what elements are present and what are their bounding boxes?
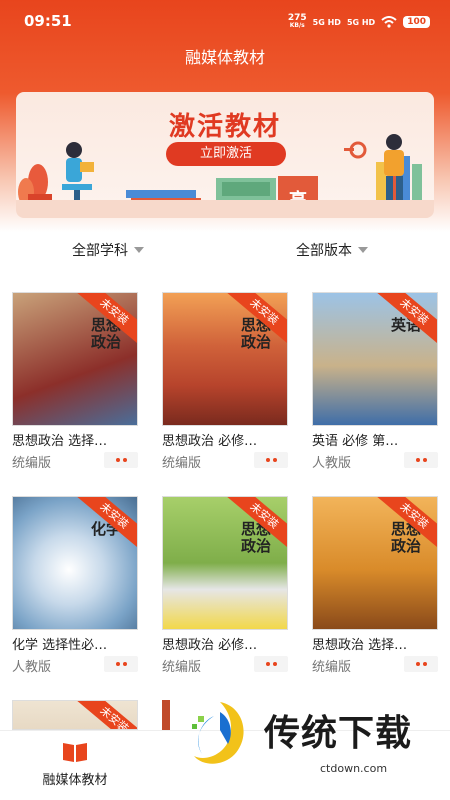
book-cover[interactable]: 思想政治 未安装 [12,292,138,426]
book-title: 思想政治 必修… [162,434,258,449]
book-card[interactable]: 思想政治 未安装 思想政治 选择… 统编版 [312,496,438,676]
more-button[interactable] [104,656,138,672]
banner-title: 激活教材 [168,112,281,142]
book-version: 统编版 [12,456,52,471]
book-cover[interactable]: 英语 未安装 [312,292,438,426]
book-cover[interactable] [162,700,170,730]
book-version: 统编版 [162,660,202,675]
status-bar: 09:51 275 KB/s 5G HD 5G HD 100 [0,0,450,40]
caret-down-icon [134,247,144,253]
book-cover[interactable]: 思想政治 未安装 [162,292,288,426]
banner-ground [16,200,434,218]
book-cover[interactable]: 未安装 [12,700,138,730]
more-button[interactable] [404,656,438,672]
book-card[interactable]: 未安装 [12,700,138,730]
book-title: 化学 选择性必… [12,638,108,653]
wifi-icon [381,16,397,28]
filter-bar: 全部学科 全部版本 [0,232,450,268]
watermark: 传统下载 ctdown.com [180,692,440,787]
watermark-text: 传统下载 [264,713,413,754]
signal-icon: 5G HD [346,17,376,27]
book-version: 人教版 [312,456,352,471]
tab-label: 融媒体教材 [42,773,108,788]
more-button[interactable] [104,452,138,468]
subject-filter[interactable]: 全部学科 [72,240,144,260]
more-button[interactable] [254,656,288,672]
signal-icon: 5G HD [312,17,341,27]
app-title: 融媒体教材 [184,48,265,67]
book-cover[interactable]: 思想政治 未安装 [162,496,288,630]
battery-icon: 100 [403,16,430,28]
header: 09:51 275 KB/s 5G HD 5G HD 100 融媒体教材 激活教… [0,0,450,232]
status-icons: 275 KB/s 5G HD 5G HD 100 [288,14,430,30]
activate-banner[interactable]: 激活教材 立即激活 高 [16,92,434,218]
activate-button[interactable]: 立即激活 [166,142,286,166]
book-card[interactable] [162,700,170,730]
book-card[interactable]: 思想政治 未安装 思想政治 选择… 统编版 [12,292,138,472]
tab-textbooks[interactable]: 融媒体教材 [20,741,130,788]
status-time: 09:51 [24,12,72,30]
version-filter[interactable]: 全部版本 [296,240,368,260]
book-card[interactable]: 英语 未安装 英语 必修 第… 人教版 [312,292,438,472]
book-card[interactable]: 化学 未安装 化学 选择性必… 人教版 [12,496,138,676]
logo-icon [192,702,244,764]
book-title: 思想政治 选择… [12,434,108,449]
book-version: 人教版 [12,660,52,675]
book-cover[interactable]: 化学 未安装 [12,496,138,630]
book-card[interactable]: 思想政治 未安装 思想政治 必修… 统编版 [162,292,288,472]
caret-down-icon [358,247,368,253]
book-open-icon [63,743,87,762]
watermark-url: ctdown.com [320,762,388,775]
book-version: 统编版 [312,660,352,675]
book-cover[interactable]: 思想政治 未安装 [312,496,438,630]
net-speed: 275 KB/s [287,13,307,30]
book-title: 思想政治 选择… [312,638,408,653]
subject-filter-label: 全部学科 [72,243,128,259]
more-button[interactable] [254,452,288,468]
book-version: 统编版 [162,456,202,471]
book-title: 思想政治 必修… [162,638,258,653]
book-title: 英语 必修 第… [312,434,399,449]
more-button[interactable] [404,452,438,468]
version-filter-label: 全部版本 [296,243,352,259]
book-card[interactable]: 思想政治 未安装 思想政治 必修… 统编版 [162,496,288,676]
